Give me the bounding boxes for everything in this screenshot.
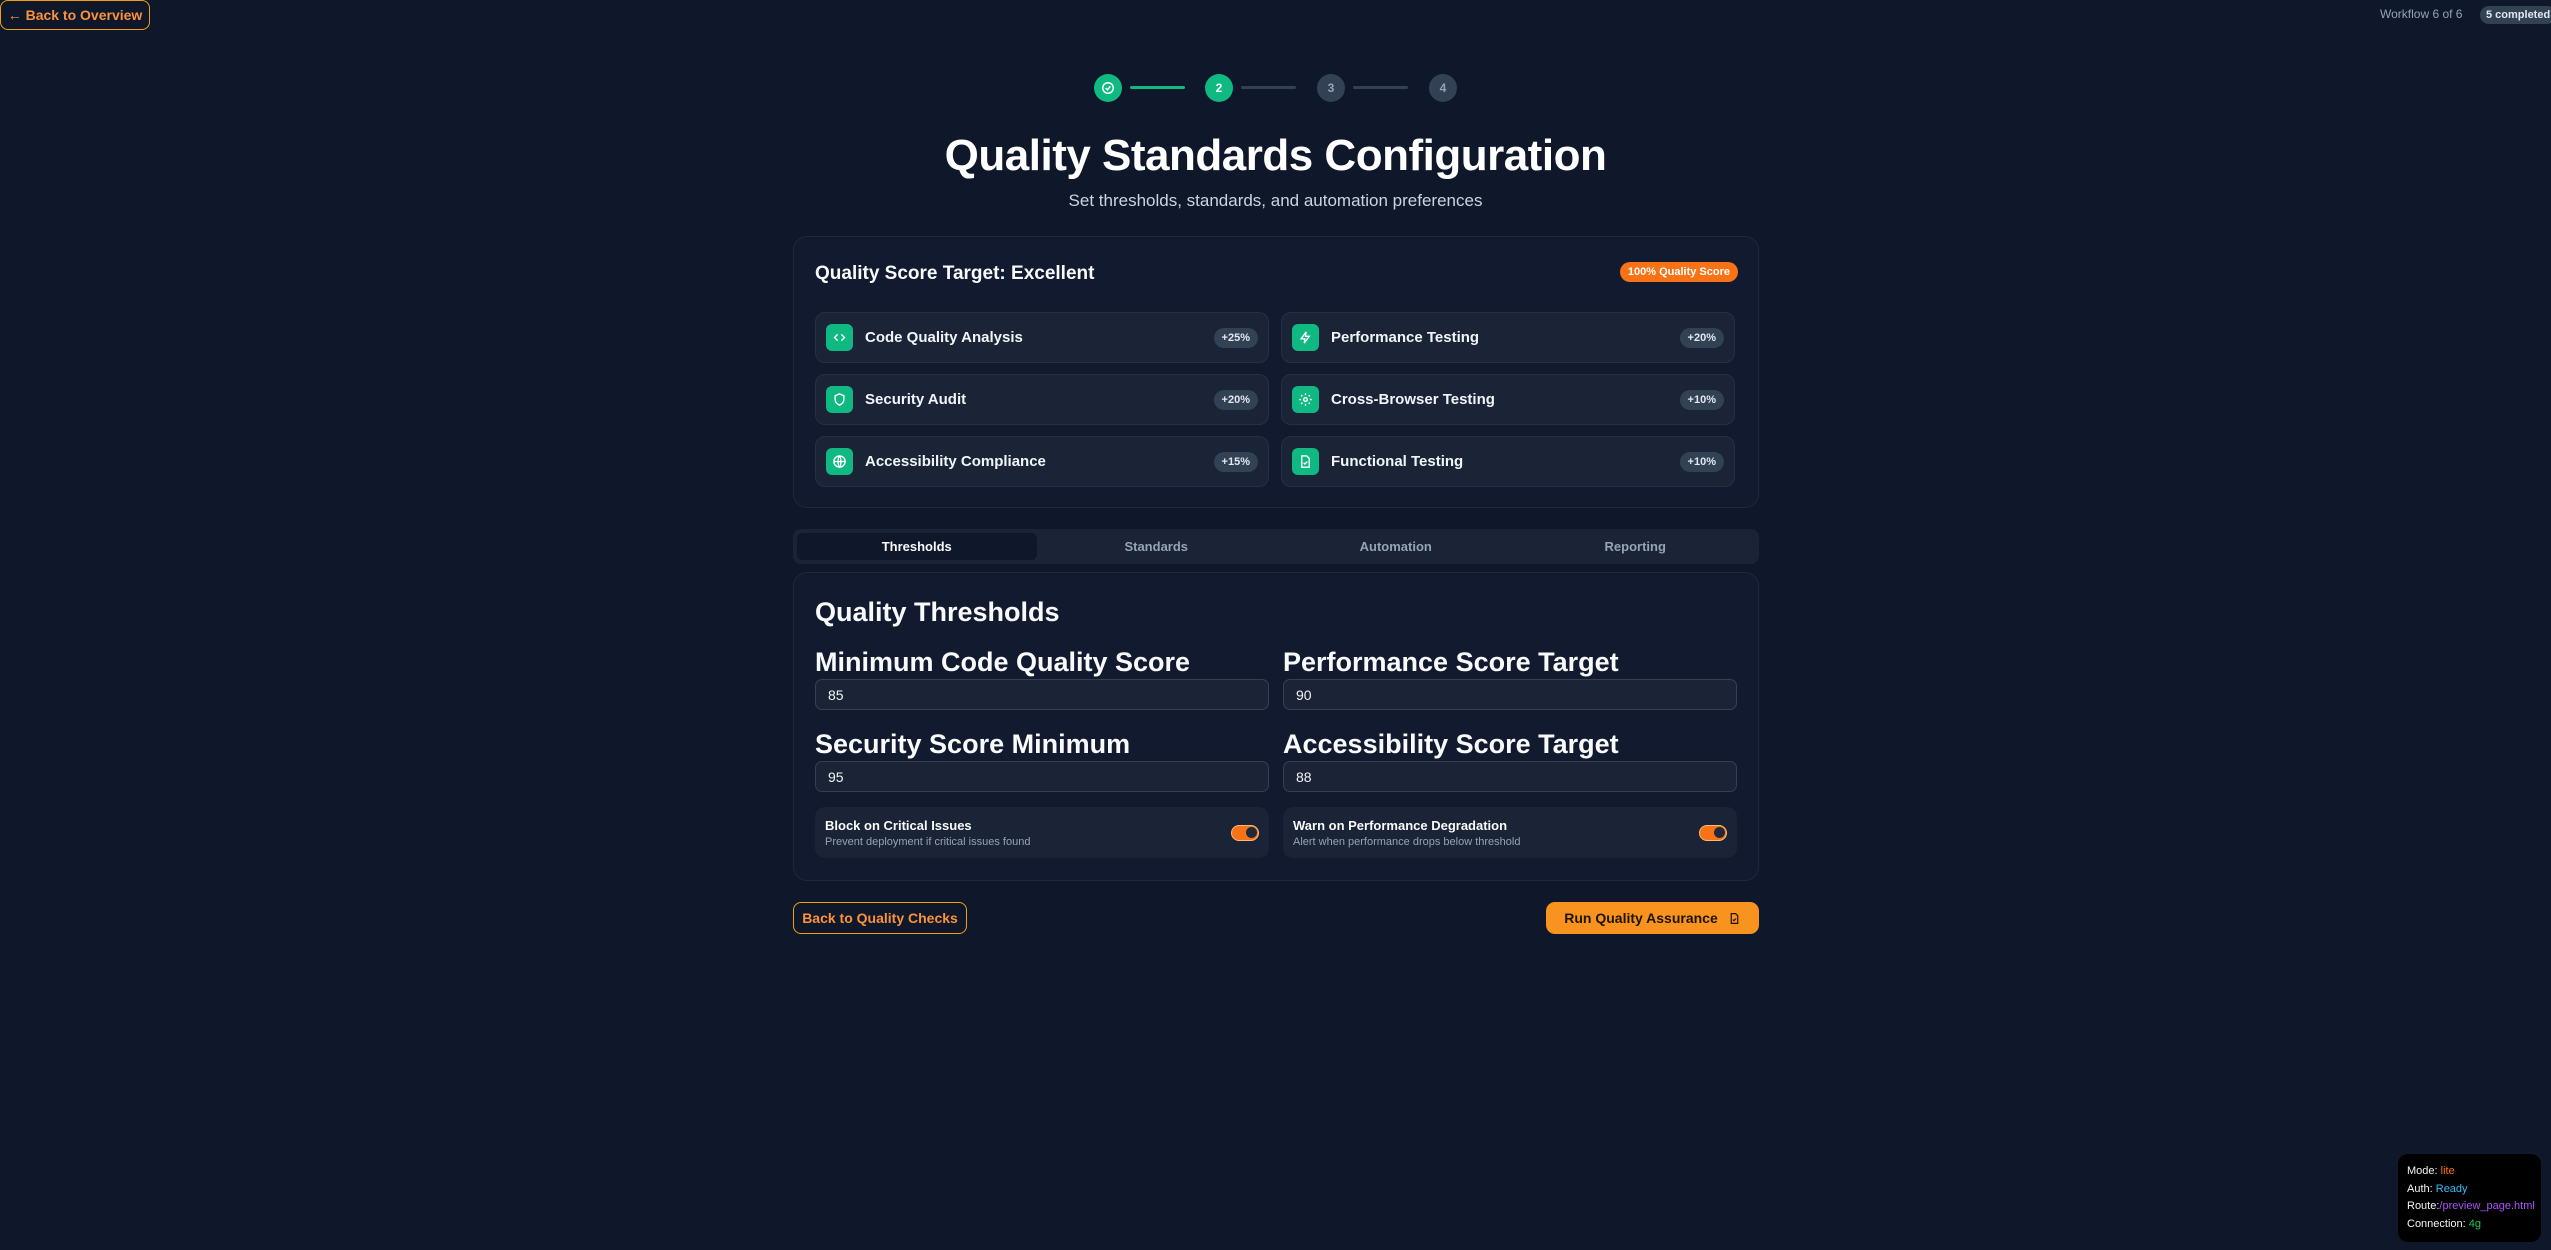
run-button-label: Run Quality Assurance bbox=[1564, 910, 1718, 926]
toggle-title: Block on Critical Issues bbox=[825, 817, 972, 833]
warn-performance-toggle[interactable] bbox=[1699, 824, 1727, 841]
tab-thresholds[interactable]: Thresholds bbox=[797, 533, 1037, 560]
debug-status-panel: Mode: lite Auth: Ready Route:/preview_pa… bbox=[2398, 1154, 2541, 1242]
check-item-label: Functional Testing bbox=[1331, 453, 1464, 470]
globe-icon bbox=[826, 448, 853, 475]
check-item-code-quality[interactable]: Code Quality Analysis +25% bbox=[815, 312, 1269, 363]
tab-automation[interactable]: Automation bbox=[1276, 533, 1516, 560]
settings-tabs: Thresholds Standards Automation Reportin… bbox=[793, 529, 1759, 564]
check-item-label: Accessibility Compliance bbox=[865, 453, 1046, 470]
debug-connection-value: 4g bbox=[2468, 1217, 2482, 1230]
step-1-complete bbox=[1094, 74, 1122, 102]
check-circle-icon bbox=[1102, 82, 1114, 94]
debug-auth-value: Ready bbox=[2435, 1182, 2468, 1195]
warn-performance-row: Warn on Performance Degradation Alert wh… bbox=[1283, 807, 1737, 858]
check-item-accessibility[interactable]: Accessibility Compliance +15% bbox=[815, 436, 1269, 487]
check-item-weight: +20% bbox=[1213, 389, 1258, 410]
thresholds-title: Quality Thresholds bbox=[815, 597, 1060, 627]
check-item-label: Cross-Browser Testing bbox=[1331, 391, 1495, 408]
step-2: 2 bbox=[1205, 74, 1233, 102]
tab-reporting[interactable]: Reporting bbox=[1516, 533, 1756, 560]
check-item-weight: +10% bbox=[1679, 451, 1724, 472]
run-quality-assurance-button[interactable]: Run Quality Assurance bbox=[1546, 902, 1759, 934]
check-item-label: Security Audit bbox=[865, 391, 967, 408]
check-item-security[interactable]: Security Audit +20% bbox=[815, 374, 1269, 425]
quality-score-badge: 100% Quality Score bbox=[1619, 262, 1738, 282]
tab-standards[interactable]: Standards bbox=[1037, 533, 1277, 560]
debug-connection-key: Connection: bbox=[2407, 1217, 2466, 1230]
step-4: 4 bbox=[1429, 74, 1457, 102]
check-item-weight: +10% bbox=[1679, 389, 1724, 410]
step-connector-1 bbox=[1130, 86, 1185, 89]
thresholds-panel: Quality Thresholds Minimum Code Quality … bbox=[793, 572, 1759, 881]
block-critical-toggle[interactable] bbox=[1231, 824, 1259, 841]
debug-route-value: /preview_page.html bbox=[2439, 1200, 2535, 1212]
back-to-quality-checks-button[interactable]: Back to Quality Checks bbox=[793, 902, 967, 934]
security-minimum-label: Security Score Minimum bbox=[815, 729, 1131, 759]
toggle-title: Warn on Performance Degradation bbox=[1293, 817, 1508, 833]
score-card-title: Quality Score Target: Excellent bbox=[815, 263, 1095, 284]
accessibility-target-label: Accessibility Score Target bbox=[1283, 729, 1619, 759]
code-icon bbox=[826, 324, 853, 351]
min-code-quality-input[interactable] bbox=[815, 679, 1269, 710]
completed-badge: 5 completed bbox=[2480, 6, 2551, 24]
check-item-weight: +25% bbox=[1213, 327, 1258, 348]
check-item-functional[interactable]: Functional Testing +10% bbox=[1281, 436, 1735, 487]
toggle-description: Alert when performance drops below thres… bbox=[1293, 835, 1521, 848]
security-minimum-input[interactable] bbox=[815, 761, 1269, 792]
accessibility-target-input[interactable] bbox=[1283, 761, 1737, 792]
page-subtitle: Set thresholds, standards, and automatio… bbox=[1068, 191, 1483, 210]
shield-icon bbox=[826, 386, 853, 413]
check-item-label: Code Quality Analysis bbox=[865, 329, 1023, 346]
zap-icon bbox=[1292, 324, 1319, 351]
workflow-progress-label: Workflow 6 of 6 bbox=[2380, 7, 2463, 21]
step-connector-3 bbox=[1353, 86, 1408, 89]
file-icon bbox=[1292, 448, 1319, 475]
toggle-description: Prevent deployment if critical issues fo… bbox=[825, 835, 1031, 848]
back-to-overview-button[interactable]: ← Back to Overview bbox=[0, 0, 150, 30]
performance-target-input[interactable] bbox=[1283, 679, 1737, 710]
check-item-cross-browser[interactable]: Cross-Browser Testing +10% bbox=[1281, 374, 1735, 425]
quality-score-card: Quality Score Target: Excellent 100% Qua… bbox=[793, 236, 1759, 508]
performance-target-label: Performance Score Target bbox=[1283, 647, 1619, 677]
debug-route-key: Route: bbox=[2407, 1200, 2440, 1212]
check-item-label: Performance Testing bbox=[1331, 329, 1480, 346]
check-item-weight: +20% bbox=[1679, 327, 1724, 348]
step-connector-2 bbox=[1241, 86, 1296, 89]
file-check-icon bbox=[1730, 912, 1739, 924]
step-3: 3 bbox=[1317, 74, 1345, 102]
check-item-performance[interactable]: Performance Testing +20% bbox=[1281, 312, 1735, 363]
debug-mode-value: lite bbox=[2440, 1165, 2455, 1177]
min-code-quality-label: Minimum Code Quality Score bbox=[815, 647, 1191, 677]
check-item-weight: +15% bbox=[1213, 451, 1258, 472]
gear-icon bbox=[1292, 386, 1319, 413]
block-critical-row: Block on Critical Issues Prevent deploym… bbox=[815, 807, 1269, 858]
page-title: Quality Standards Configuration bbox=[944, 131, 1607, 180]
debug-mode-key: Mode: bbox=[2407, 1165, 2438, 1177]
debug-auth-key: Auth: bbox=[2407, 1182, 2433, 1195]
